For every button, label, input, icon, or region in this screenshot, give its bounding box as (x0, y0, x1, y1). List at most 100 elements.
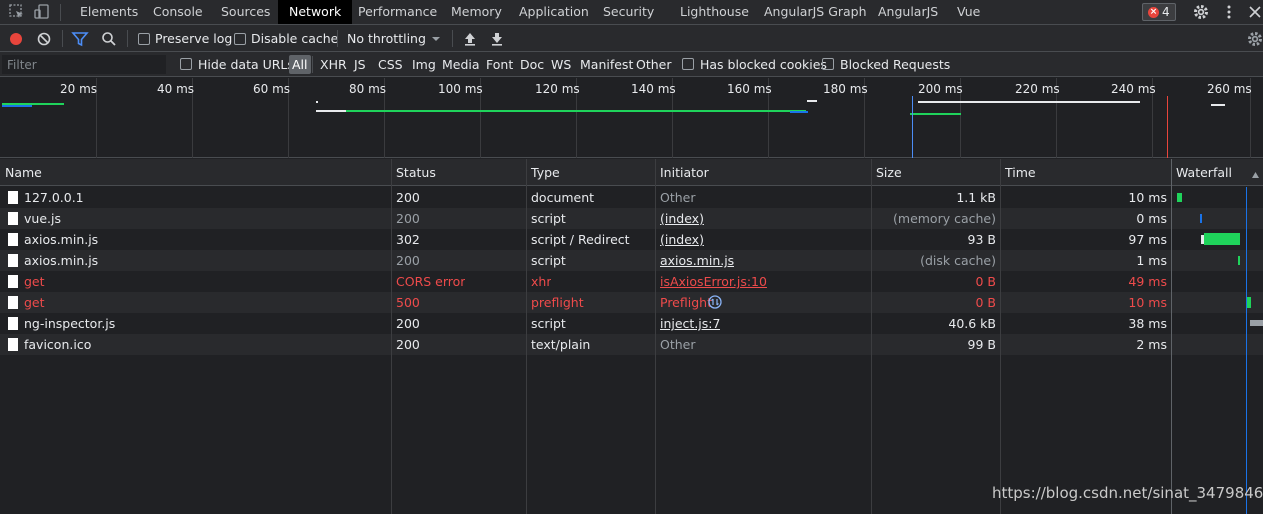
load-event-marker (1167, 96, 1168, 158)
disable-cache-checkbox[interactable] (234, 33, 246, 45)
search-icon[interactable] (100, 30, 118, 48)
row-name: favicon.ico (24, 337, 92, 352)
overview-bar (790, 111, 808, 113)
tab-application[interactable]: Application (509, 0, 599, 24)
row-time: 1 ms (1136, 253, 1167, 268)
table-row[interactable]: get CORS error xhr isAxiosError.js:10 0 … (0, 271, 1263, 292)
type-filter-img[interactable]: Img (412, 52, 436, 77)
tab-angularjs-graph[interactable]: AngularJS Graph (754, 0, 877, 24)
type-filter-manifest[interactable]: Manifest (580, 52, 633, 77)
type-filter-xhr[interactable]: XHR (320, 52, 347, 77)
tab-memory[interactable]: Memory (441, 0, 512, 24)
row-initiator-link[interactable]: inject.js:7 (660, 313, 720, 334)
col-header-waterfall[interactable]: Waterfall (1171, 159, 1232, 186)
type-filter-ws[interactable]: WS (551, 52, 571, 77)
tab-console[interactable]: Console (143, 0, 213, 24)
overview-bar (807, 100, 817, 102)
col-header-initiator[interactable]: Initiator (655, 159, 709, 186)
table-row[interactable]: get 500 preflight Preflight 0 B 10 ms (0, 292, 1263, 313)
tab-network[interactable]: Network (278, 0, 353, 24)
waterfall-bar (1238, 256, 1240, 265)
type-filter-doc[interactable]: Doc (520, 52, 544, 77)
column-divider[interactable] (1171, 159, 1172, 514)
device-toolbar-icon[interactable] (33, 3, 51, 21)
inspect-element-icon[interactable] (8, 3, 26, 21)
row-time: 49 ms (1128, 274, 1167, 289)
hide-data-urls-checkbox[interactable] (180, 58, 192, 70)
hide-data-urls-label[interactable]: Hide data URLs (198, 52, 294, 77)
row-status: 500 (396, 295, 420, 310)
table-row[interactable]: favicon.ico 200 text/plain Other 99 B 2 … (0, 334, 1263, 355)
type-filter-css[interactable]: CSS (378, 52, 403, 77)
more-options-icon[interactable] (1220, 3, 1238, 21)
settings-gear-icon[interactable] (1192, 3, 1210, 21)
xhr-file-icon (8, 275, 18, 288)
network-settings-gear-icon[interactable] (1246, 30, 1263, 48)
sort-triangle-icon[interactable] (1251, 168, 1260, 182)
row-initiator[interactable]: Preflight (660, 292, 712, 313)
type-filter-js[interactable]: JS (354, 52, 366, 77)
column-divider[interactable] (391, 159, 392, 514)
row-initiator-link[interactable]: isAxiosError.js:10 (660, 271, 767, 292)
error-count-badge[interactable]: × 4 (1142, 3, 1176, 21)
column-divider[interactable] (871, 159, 872, 514)
col-header-time[interactable]: Time (1000, 159, 1036, 186)
timeline-overview[interactable]: 20 ms 40 ms 60 ms 80 ms 100 ms 120 ms 14… (0, 78, 1263, 158)
column-divider[interactable] (655, 159, 656, 514)
clear-log-icon[interactable] (35, 30, 53, 48)
tab-angularjs[interactable]: AngularJS (868, 0, 948, 24)
preserve-log-label[interactable]: Preserve log (155, 25, 232, 52)
preflight-link-icon[interactable] (708, 295, 722, 312)
col-header-status[interactable]: Status (391, 159, 436, 186)
tab-lighthouse[interactable]: Lighthouse (670, 0, 759, 24)
row-initiator-link[interactable]: axios.min.js (660, 250, 734, 271)
table-row[interactable]: ng-inspector.js 200 script inject.js:7 4… (0, 313, 1263, 334)
filter-funnel-icon[interactable] (71, 30, 89, 48)
has-blocked-cookies-label[interactable]: Has blocked cookies (700, 52, 827, 77)
type-filter-other[interactable]: Other (636, 52, 672, 77)
chevron-down-icon[interactable] (427, 30, 445, 48)
table-row[interactable]: vue.js 200 script (index) (memory cache)… (0, 208, 1263, 229)
import-har-icon[interactable] (461, 30, 479, 48)
overview-tick-label: 80 ms (349, 82, 387, 96)
row-status: 200 (396, 337, 420, 352)
table-row[interactable]: axios.min.js 302 script / Redirect (inde… (0, 229, 1263, 250)
col-header-size[interactable]: Size (871, 159, 902, 186)
toolbar-divider (452, 30, 453, 47)
column-divider[interactable] (526, 159, 527, 514)
close-devtools-icon[interactable] (1246, 3, 1263, 21)
export-har-icon[interactable] (488, 30, 506, 48)
tab-vue[interactable]: Vue (947, 0, 990, 24)
table-row[interactable]: 127.0.0.1 200 document Other 1.1 kB 10 m… (0, 187, 1263, 208)
row-time: 38 ms (1128, 316, 1167, 331)
row-initiator-link[interactable]: (index) (660, 208, 704, 229)
tab-performance[interactable]: Performance (348, 0, 447, 24)
col-header-type[interactable]: Type (526, 159, 560, 186)
script-file-icon (8, 254, 18, 267)
throttling-select[interactable]: No throttling (347, 25, 426, 52)
row-name: 127.0.0.1 (24, 190, 84, 205)
record-stop-icon[interactable] (7, 30, 25, 48)
tab-security[interactable]: Security (593, 0, 664, 24)
overview-tick-label: 220 ms (1015, 82, 1060, 96)
row-initiator-link[interactable]: (index) (660, 229, 704, 250)
network-toolbar: Preserve log Disable cache No throttling (0, 25, 1263, 52)
col-header-name[interactable]: Name (0, 159, 42, 186)
preserve-log-checkbox[interactable] (138, 33, 150, 45)
disable-cache-label[interactable]: Disable cache (251, 25, 338, 52)
type-filter-font[interactable]: Font (486, 52, 513, 77)
filter-input[interactable] (2, 55, 166, 74)
has-blocked-cookies-checkbox[interactable] (682, 58, 694, 70)
row-type: text/plain (531, 337, 591, 352)
blocked-requests-checkbox[interactable] (822, 58, 834, 70)
type-filter-media[interactable]: Media (442, 52, 480, 77)
watermark-text: https://blog.csdn.net/sinat_34798463 (992, 484, 1263, 502)
table-row[interactable]: axios.min.js 200 script axios.min.js (di… (0, 250, 1263, 271)
tab-elements[interactable]: Elements (70, 0, 148, 24)
type-filter-all[interactable]: All (289, 55, 311, 74)
row-type: script (531, 253, 566, 268)
blocked-requests-label[interactable]: Blocked Requests (840, 52, 950, 77)
waterfall-bar (1177, 193, 1182, 202)
tab-sources[interactable]: Sources (211, 0, 280, 24)
column-divider[interactable] (1000, 159, 1001, 514)
